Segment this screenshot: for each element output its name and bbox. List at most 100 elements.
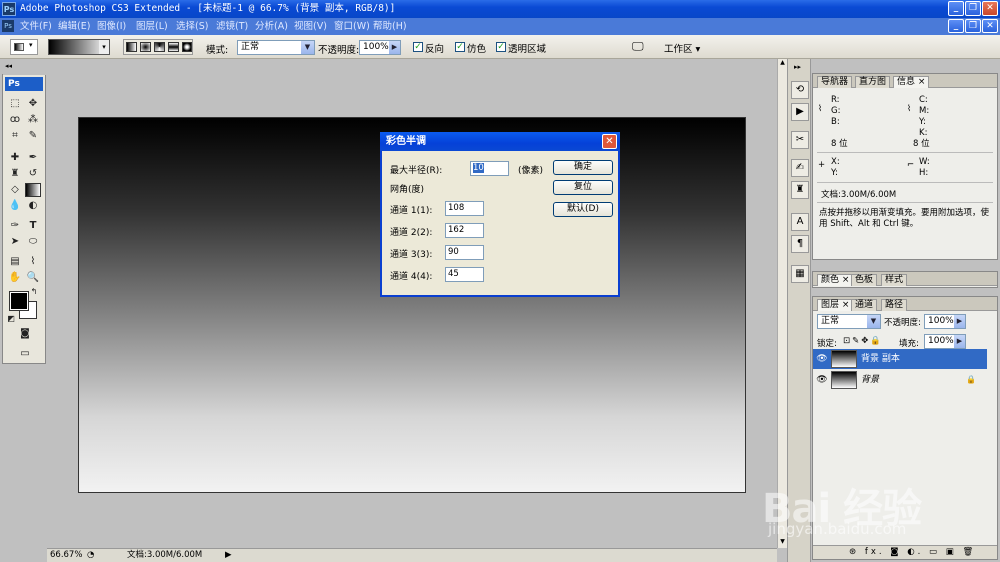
brush-tool-icon[interactable]: ✒ — [25, 151, 41, 165]
gradient-tool-icon[interactable] — [25, 183, 41, 197]
collapse-icon[interactable]: ◂◂ — [5, 62, 12, 70]
reset-button[interactable]: 复位 — [553, 180, 613, 195]
tab-swatches[interactable]: 色板 — [851, 274, 878, 286]
chevron-right-icon[interactable]: ▶ — [954, 315, 965, 328]
ok-button[interactable]: 确定 — [553, 160, 613, 175]
history-brush-tool-icon[interactable]: ↺ — [25, 167, 41, 181]
menu-layer[interactable]: 图层(L) — [136, 18, 168, 35]
tab-color[interactable]: 颜色 × — [817, 274, 854, 286]
notes-tool-icon[interactable]: ▤ — [7, 255, 23, 269]
minimize-button[interactable]: _ — [948, 1, 964, 16]
fill-input[interactable]: 100% ▶ — [924, 334, 966, 349]
doc-restore-button[interactable]: ❐ — [965, 19, 981, 33]
path-selection-tool-icon[interactable]: ➤ — [7, 235, 23, 249]
radial-gradient-icon[interactable] — [140, 42, 151, 52]
opacity-input[interactable]: 100% ▶ — [359, 40, 401, 55]
layer-action-icons[interactable]: ⊛ fx. ◙ ◐. ▭ ▣ 🗑 — [849, 547, 976, 557]
eye-icon[interactable]: 👁 — [816, 374, 828, 386]
menu-file[interactable]: 文件(F) — [20, 18, 52, 35]
dock-collapse-icon[interactable]: ▸▸ — [794, 63, 801, 71]
swap-colors-icon[interactable]: ↰ — [29, 285, 39, 299]
doc-close-button[interactable]: ✕ — [982, 19, 998, 33]
layer-name[interactable]: 背景 — [861, 370, 879, 390]
menu-analysis[interactable]: 分析(A) — [255, 18, 288, 35]
gradient-picker[interactable]: ▾ — [48, 39, 110, 55]
reverse-checkbox[interactable]: ✓ — [413, 42, 423, 52]
channel-2-input[interactable]: 162 — [445, 223, 484, 238]
scroll-up-icon[interactable]: ▲ — [778, 59, 787, 69]
reflected-gradient-icon[interactable] — [168, 42, 179, 52]
brushes-panel-icon[interactable]: ✍ — [791, 159, 809, 177]
restore-button[interactable]: ❐ — [965, 1, 981, 16]
menu-filter[interactable]: 滤镜(T) — [216, 18, 248, 35]
close-window-button[interactable]: ✕ — [982, 1, 998, 16]
actions-panel-icon[interactable]: ▶ — [791, 103, 809, 121]
eye-icon[interactable]: 👁 — [816, 353, 828, 365]
magic-wand-tool-icon[interactable]: ⁂ — [25, 113, 41, 127]
palette-well-icon[interactable]: 🖵 — [632, 39, 644, 54]
eyedropper-tool-icon[interactable]: ⌇ — [25, 255, 41, 269]
quick-mask-icon[interactable]: ◙ — [17, 327, 33, 341]
character-panel-icon[interactable]: A — [791, 213, 809, 231]
vertical-scrollbar[interactable]: ▲ ▼ — [777, 59, 787, 548]
menu-window[interactable]: 窗口(W) — [334, 18, 370, 35]
menu-view[interactable]: 视图(V) — [294, 18, 327, 35]
move-tool-icon[interactable]: ✥ — [25, 97, 41, 111]
menu-help[interactable]: 帮助(H) — [373, 18, 407, 35]
scroll-down-icon[interactable]: ▼ — [778, 538, 787, 548]
hand-tool-icon[interactable]: ✋ — [7, 271, 23, 285]
screen-mode-icon[interactable]: ▭ — [15, 347, 35, 361]
default-button[interactable]: 默认(D) — [553, 202, 613, 217]
dialog-close-button[interactable]: ✕ — [602, 134, 617, 149]
shape-tool-icon[interactable]: ⬭ — [25, 235, 41, 249]
eraser-tool-icon[interactable]: ◇ — [7, 183, 23, 197]
slice-tool-icon[interactable]: ✎ — [25, 129, 41, 143]
workspace-menu[interactable]: 工作区 ▾ — [664, 41, 700, 55]
tab-info[interactable]: 信息 × — [893, 76, 930, 88]
chevron-right-icon[interactable]: ▶ — [954, 335, 965, 348]
blend-mode-select[interactable]: 正常 ▼ — [817, 314, 881, 329]
transparency-checkbox[interactable]: ✓ — [496, 42, 506, 52]
tool-presets-icon[interactable]: ✂ — [791, 131, 809, 149]
dodge-tool-icon[interactable]: ◐ — [25, 199, 41, 213]
chevron-right-icon[interactable]: ▶ — [389, 41, 400, 54]
layer-name[interactable]: 背景 副本 — [861, 349, 900, 369]
channel-1-input[interactable]: 108 — [445, 201, 484, 216]
layer-comps-icon[interactable]: ▦ — [791, 265, 809, 283]
crop-tool-icon[interactable]: ⌗ — [7, 129, 23, 143]
app-menu-icon[interactable]: Ps — [2, 20, 14, 32]
clone-source-icon[interactable]: ♜ — [791, 181, 809, 199]
tab-histogram[interactable]: 直方图 — [855, 76, 891, 88]
zoom-level[interactable]: 66.67% — [50, 549, 82, 562]
gradient-tool-preset-icon[interactable]: ▾ — [10, 39, 38, 55]
layer-row[interactable]: 👁 背景 🔒 — [813, 370, 987, 390]
lasso-tool-icon[interactable]: ꝏ — [7, 113, 23, 127]
tab-paths[interactable]: 路径 — [881, 299, 908, 311]
dither-checkbox[interactable]: ✓ — [455, 42, 465, 52]
status-info-icon[interactable]: ◔ — [87, 549, 94, 562]
linear-gradient-icon[interactable] — [126, 42, 137, 52]
doc-minimize-button[interactable]: _ — [948, 19, 964, 33]
tab-styles[interactable]: 样式 — [881, 274, 908, 286]
marquee-tool-icon[interactable]: ⬚ — [7, 97, 23, 111]
status-menu-arrow-icon[interactable]: ▶ — [225, 549, 232, 562]
tab-layers[interactable]: 图层 × — [817, 299, 854, 311]
mode-select[interactable]: 正常 ▼ — [237, 40, 315, 55]
lock-icons[interactable]: ⊡✎✥🔒 — [843, 336, 883, 346]
blur-tool-icon[interactable]: 💧 — [7, 199, 23, 213]
layer-opacity-input[interactable]: 100% ▶ — [924, 314, 966, 329]
paragraph-panel-icon[interactable]: ¶ — [791, 235, 809, 253]
channel-3-input[interactable]: 90 — [445, 245, 484, 260]
angle-gradient-icon[interactable] — [154, 42, 165, 52]
pen-tool-icon[interactable]: ✑ — [7, 219, 23, 233]
default-colors-icon[interactable]: ◩ — [6, 312, 16, 326]
tab-channels[interactable]: 通道 — [851, 299, 878, 311]
tab-navigator[interactable]: 导航器 — [817, 76, 853, 88]
diamond-gradient-icon[interactable] — [182, 42, 192, 52]
max-radius-input[interactable]: 10 — [470, 161, 509, 176]
zoom-tool-icon[interactable]: 🔍 — [25, 271, 41, 285]
layer-row[interactable]: 👁 背景 副本 — [813, 349, 987, 369]
healing-brush-tool-icon[interactable]: ✚ — [7, 151, 23, 165]
menu-edit[interactable]: 编辑(E) — [58, 18, 90, 35]
clone-stamp-tool-icon[interactable]: ♜ — [7, 167, 23, 181]
